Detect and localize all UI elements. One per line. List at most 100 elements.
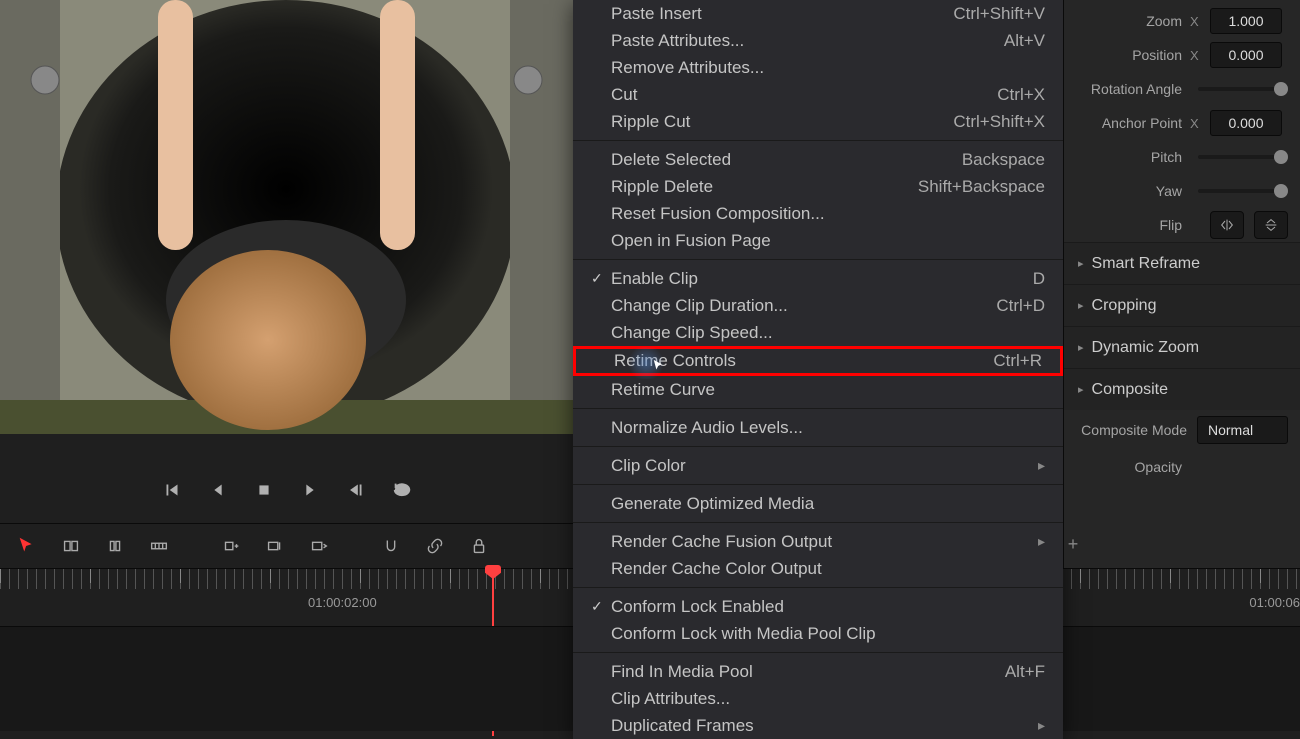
menu-shortcut: Alt+V [1004,31,1045,51]
menu-shortcut: D [1033,269,1045,289]
menu-label: Clip Attributes... [611,689,1045,709]
menu-item-conform-lock-with-media-pool-clip[interactable]: Conform Lock with Media Pool Clip [573,620,1063,647]
menu-item-enable-clip[interactable]: ✓Enable ClipD [573,265,1063,292]
smart-reframe-section[interactable]: Smart Reframe [1064,242,1300,284]
menu-item-delete-selected[interactable]: Delete SelectedBackspace [573,146,1063,173]
snapping-tool[interactable] [376,531,406,561]
menu-item-normalize-audio-levels[interactable]: Normalize Audio Levels... [573,414,1063,441]
timecode-label-right: 01:00:06 [1249,595,1300,610]
cropping-section[interactable]: Cropping [1064,284,1300,326]
menu-label: Cut [611,85,997,105]
menu-label: Clip Color [611,456,1038,476]
dynamic-zoom-section[interactable]: Dynamic Zoom [1064,326,1300,368]
timecode-label: 01:00:02:00 [308,595,377,610]
flip-label: Flip [1072,217,1182,233]
menu-item-ripple-delete[interactable]: Ripple DeleteShift+Backspace [573,173,1063,200]
menu-separator [573,408,1063,409]
menu-shortcut: Alt+F [1005,662,1045,682]
menu-label: Render Cache Color Output [611,559,1045,579]
menu-shortcut: Ctrl+X [997,85,1045,105]
pitch-slider[interactable] [1198,155,1288,159]
menu-item-change-clip-speed[interactable]: Change Clip Speed... [573,319,1063,346]
replace-clip-tool[interactable] [304,531,334,561]
menu-shortcut: Backspace [962,150,1045,170]
menu-item-find-in-media-pool[interactable]: Find In Media PoolAlt+F [573,658,1063,685]
menu-item-duplicated-frames[interactable]: Duplicated Frames▸ [573,712,1063,739]
menu-shortcut: Ctrl+D [996,296,1045,316]
menu-item-clip-color[interactable]: Clip Color▸ [573,452,1063,479]
flip-horizontal-button[interactable] [1210,211,1244,239]
menu-item-clip-attributes[interactable]: Clip Attributes... [573,685,1063,712]
position-lock-tool[interactable] [464,531,494,561]
selection-tool[interactable] [12,531,42,561]
flip-vertical-button[interactable] [1254,211,1288,239]
menu-item-retime-controls[interactable]: Retime ControlsCtrl+R [573,346,1063,376]
menu-item-paste-insert[interactable]: Paste InsertCtrl+Shift+V [573,0,1063,27]
yaw-slider[interactable] [1198,189,1288,193]
menu-separator [573,140,1063,141]
menu-item-retime-curve[interactable]: Retime Curve [573,376,1063,403]
menu-separator [573,587,1063,588]
video-preview[interactable] [0,0,573,434]
zoom-x-input[interactable] [1210,8,1282,34]
position-axis: X [1190,48,1202,63]
blade-tool[interactable] [144,531,174,561]
menu-item-render-cache-fusion-output[interactable]: Render Cache Fusion Output▸ [573,528,1063,555]
position-x-input[interactable] [1210,42,1282,68]
menu-separator [573,259,1063,260]
menu-item-render-cache-color-output[interactable]: Render Cache Color Output [573,555,1063,582]
composite-section[interactable]: Composite [1064,368,1300,410]
menu-label: Reset Fusion Composition... [611,204,1045,224]
menu-separator [573,446,1063,447]
menu-label: Delete Selected [611,150,962,170]
composite-mode-label: Composite Mode [1072,422,1187,438]
stop-button[interactable] [250,476,278,504]
menu-item-remove-attributes[interactable]: Remove Attributes... [573,54,1063,81]
menu-shortcut: Ctrl+Shift+V [953,4,1045,24]
step-back-button[interactable] [204,476,232,504]
menu-item-change-clip-duration[interactable]: Change Clip Duration...Ctrl+D [573,292,1063,319]
menu-label: Paste Insert [611,4,953,24]
menu-label: Ripple Delete [611,177,918,197]
add-track-button[interactable]: + [1063,534,1083,554]
menu-item-conform-lock-enabled[interactable]: ✓Conform Lock Enabled [573,593,1063,620]
menu-item-paste-attributes[interactable]: Paste Attributes...Alt+V [573,27,1063,54]
menu-item-open-in-fusion-page[interactable]: Open in Fusion Page [573,227,1063,254]
insert-clip-tool[interactable] [216,531,246,561]
menu-label: Change Clip Speed... [611,323,1045,343]
menu-label: Change Clip Duration... [611,296,996,316]
menu-label: Find In Media Pool [611,662,1005,682]
menu-label: Normalize Audio Levels... [611,418,1045,438]
linked-selection-tool[interactable] [420,531,450,561]
menu-separator [573,652,1063,653]
anchor-x-input[interactable] [1210,110,1282,136]
viewer-panel [0,0,573,434]
menu-label: Conform Lock with Media Pool Clip [611,624,1045,644]
menu-label: Remove Attributes... [611,58,1045,78]
inspector-panel: Zoom X Position X Rotation Angle Anchor … [1063,0,1300,568]
menu-label: Conform Lock Enabled [611,597,1045,617]
overwrite-clip-tool[interactable] [260,531,290,561]
submenu-arrow-icon: ▸ [1038,717,1045,734]
menu-item-generate-optimized-media[interactable]: Generate Optimized Media [573,490,1063,517]
menu-label: Duplicated Frames [611,716,1038,736]
position-label: Position [1072,47,1182,63]
menu-label: Enable Clip [611,269,1033,289]
pitch-property: Pitch [1064,140,1300,174]
menu-item-ripple-cut[interactable]: Ripple CutCtrl+Shift+X [573,108,1063,135]
go-to-start-button[interactable] [158,476,186,504]
position-property: Position X [1064,38,1300,72]
dynamic-trim-tool[interactable] [100,531,130,561]
trim-edit-tool[interactable] [56,531,86,561]
go-to-end-button[interactable] [342,476,370,504]
loop-button[interactable] [388,476,416,504]
check-icon: ✓ [591,598,611,615]
check-icon: ✓ [591,270,611,287]
menu-separator [573,522,1063,523]
pitch-label: Pitch [1072,149,1182,165]
play-button[interactable] [296,476,324,504]
menu-item-cut[interactable]: CutCtrl+X [573,81,1063,108]
composite-mode-select[interactable]: Normal [1197,416,1288,444]
menu-item-reset-fusion-composition[interactable]: Reset Fusion Composition... [573,200,1063,227]
rotation-slider[interactable] [1198,87,1288,91]
